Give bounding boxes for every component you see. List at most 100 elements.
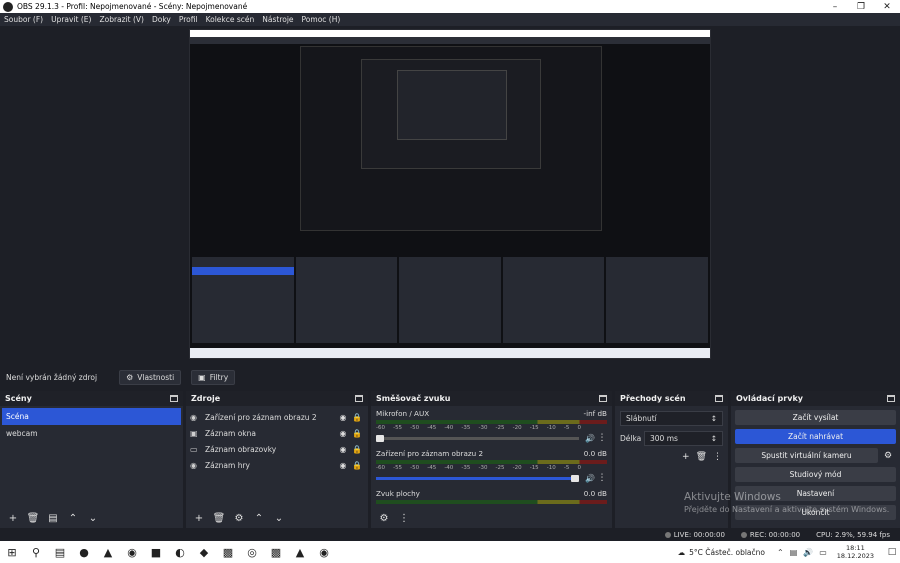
taskbar-clock[interactable]: 18:11 18.12.2023 <box>837 544 874 560</box>
undock-icon[interactable] <box>599 395 607 402</box>
obs-logo-icon <box>3 1 13 12</box>
obs-taskbar-icon[interactable]: ● <box>72 541 96 563</box>
add-source-icon[interactable]: + <box>190 511 208 525</box>
menu-tools[interactable]: Nástroje <box>262 15 293 24</box>
duration-input[interactable]: 300 ms ↕ <box>644 431 723 446</box>
spinner-icon[interactable]: ↕ <box>711 434 717 443</box>
source-item[interactable]: ▭ Záznam obrazovky ◉ 🔒 <box>186 441 368 457</box>
battery-icon[interactable]: ▭ <box>819 548 827 557</box>
kebab-menu-icon[interactable]: ⋮ <box>597 473 607 483</box>
weather-widget[interactable]: ☁ 5°C Částeč. oblačno <box>678 548 765 557</box>
app-icon[interactable]: ◆ <box>192 541 216 563</box>
move-down-icon[interactable]: ⌄ <box>84 511 102 525</box>
filters-button[interactable]: ▣ Filtry <box>191 369 236 385</box>
scene-filters-icon[interactable]: ▤ <box>44 511 62 525</box>
minimize-icon[interactable]: – <box>822 0 848 13</box>
trash-icon[interactable]: 🗑 <box>24 511 42 525</box>
eye-icon[interactable]: ◉ <box>336 461 350 470</box>
add-transition-icon[interactable]: + <box>682 452 690 462</box>
chevron-up-icon[interactable]: ⌃ <box>777 548 784 557</box>
gear-icon[interactable]: ⚙ <box>230 511 248 525</box>
filters-button-label: Filtry <box>209 372 229 382</box>
undock-icon[interactable] <box>715 395 723 402</box>
undock-icon[interactable] <box>355 395 363 402</box>
menu-scene-collection[interactable]: Kolekce scén <box>206 15 255 24</box>
undock-icon[interactable] <box>887 395 895 402</box>
windows-start-icon[interactable]: ⊞ <box>0 541 24 563</box>
eye-icon[interactable]: ◉ <box>336 413 350 422</box>
source-item[interactable]: ◉ Záznam hry ◉ 🔒 <box>186 457 368 473</box>
trash-icon[interactable]: 🗑 <box>210 511 228 525</box>
volume-slider[interactable] <box>376 474 579 482</box>
kebab-menu-icon[interactable]: ⋮ <box>395 511 413 525</box>
menu-view[interactable]: Zobrazit (V) <box>99 15 144 24</box>
move-down-icon[interactable]: ⌄ <box>270 511 288 525</box>
preview-canvas[interactable] <box>189 29 711 359</box>
advanced-audio-icon[interactable]: ⚙ <box>375 511 393 525</box>
kebab-menu-icon[interactable]: ⋮ <box>713 452 722 462</box>
live-status: LIVE: 00:00:00 <box>664 531 725 539</box>
scene-item[interactable]: webcam <box>2 425 181 442</box>
start-virtual-camera-button[interactable]: Spustit virtuální kameru <box>735 448 878 463</box>
speaker-icon[interactable]: 🔊 <box>583 474 597 483</box>
start-recording-button[interactable]: Začít nahrávat <box>735 429 896 444</box>
window-icon: ▣ <box>190 428 198 438</box>
move-up-icon[interactable]: ⌃ <box>250 511 268 525</box>
terminal-icon[interactable]: ▩ <box>216 541 240 563</box>
headphones-icon[interactable]: ◐ <box>168 541 192 563</box>
app-icon[interactable]: ▲ <box>288 541 312 563</box>
speaker-icon[interactable]: 🔊 <box>803 548 813 557</box>
properties-button[interactable]: ⚙ Vlastnosti <box>119 369 182 385</box>
menu-help[interactable]: Pomoc (H) <box>302 15 341 24</box>
clock-time: 18:11 <box>846 544 865 552</box>
rec-status: REC: 00:00:00 <box>740 531 800 539</box>
source-item[interactable]: ◉ Zařízení pro záznam obrazu 2 ◉ 🔒 <box>186 409 368 425</box>
menu-profile[interactable]: Profil <box>179 15 198 24</box>
live-dot-icon <box>664 531 671 538</box>
eye-icon[interactable]: ◉ <box>336 429 350 438</box>
menu-file[interactable]: Soubor (F) <box>4 15 43 24</box>
speaker-icon[interactable]: 🔊 <box>583 434 597 443</box>
discord-icon[interactable]: ◉ <box>120 541 144 563</box>
channel-level: 0.0 dB <box>583 489 607 498</box>
menu-docks[interactable]: Doky <box>152 15 171 24</box>
lock-icon[interactable]: 🔒 <box>350 413 364 422</box>
controls-dock-header: Ovládací prvky <box>731 391 900 406</box>
app-icon[interactable]: ■ <box>144 541 168 563</box>
add-scene-icon[interactable]: + <box>4 511 22 525</box>
lock-icon[interactable]: 🔒 <box>350 461 364 470</box>
scene-item[interactable]: Scéna <box>2 408 181 425</box>
watermark-line-2: Přejděte do Nastavení a aktivujte systém… <box>684 505 890 514</box>
lock-icon[interactable]: 🔒 <box>350 445 364 454</box>
app-icon[interactable]: ▲ <box>96 541 120 563</box>
channel-name: Zařízení pro záznam obrazu 2 <box>376 449 484 458</box>
browser-icon[interactable]: ◎ <box>240 541 264 563</box>
cpu-status: CPU: 2.9%, 59.94 fps <box>816 531 890 539</box>
mixer-channel: Zvuk plochy 0.0 dB <box>371 486 612 508</box>
source-item[interactable]: ▣ Záznam okna ◉ 🔒 <box>186 425 368 441</box>
search-icon[interactable]: ⚲ <box>24 541 48 563</box>
weather-icon: ☁ <box>677 547 686 557</box>
file-explorer-icon[interactable]: ▤ <box>48 541 72 563</box>
maximize-icon[interactable]: ❐ <box>848 0 874 13</box>
notifications-icon[interactable]: □ <box>884 547 900 557</box>
kebab-menu-icon[interactable]: ⋮ <box>597 433 607 443</box>
gear-icon[interactable]: ⚙ <box>880 451 896 461</box>
mixer-channel: Mikrofon / AUX -inf dB -60 -55 -50 -45 -40 -3… <box>371 406 612 446</box>
lock-icon[interactable]: 🔒 <box>350 429 364 438</box>
filter-icon: ▣ <box>198 372 206 382</box>
trash-icon[interactable]: 🗑 <box>696 452 707 462</box>
studio-mode-button[interactable]: Studiový mód <box>735 467 896 482</box>
eye-icon[interactable]: ◉ <box>336 445 350 454</box>
transition-select[interactable]: Slábnutí ↕ <box>620 411 723 426</box>
move-up-icon[interactable]: ⌃ <box>64 511 82 525</box>
network-icon[interactable]: ▤ <box>790 548 798 557</box>
volume-meter <box>376 500 607 504</box>
menu-edit[interactable]: Upravit (E) <box>51 15 91 24</box>
start-streaming-button[interactable]: Začít vysílat <box>735 410 896 425</box>
app-icon[interactable]: ▩ <box>264 541 288 563</box>
undock-icon[interactable] <box>170 395 178 402</box>
close-icon[interactable]: ✕ <box>874 0 900 13</box>
volume-slider[interactable] <box>376 434 579 442</box>
app-icon[interactable]: ◉ <box>312 541 336 563</box>
